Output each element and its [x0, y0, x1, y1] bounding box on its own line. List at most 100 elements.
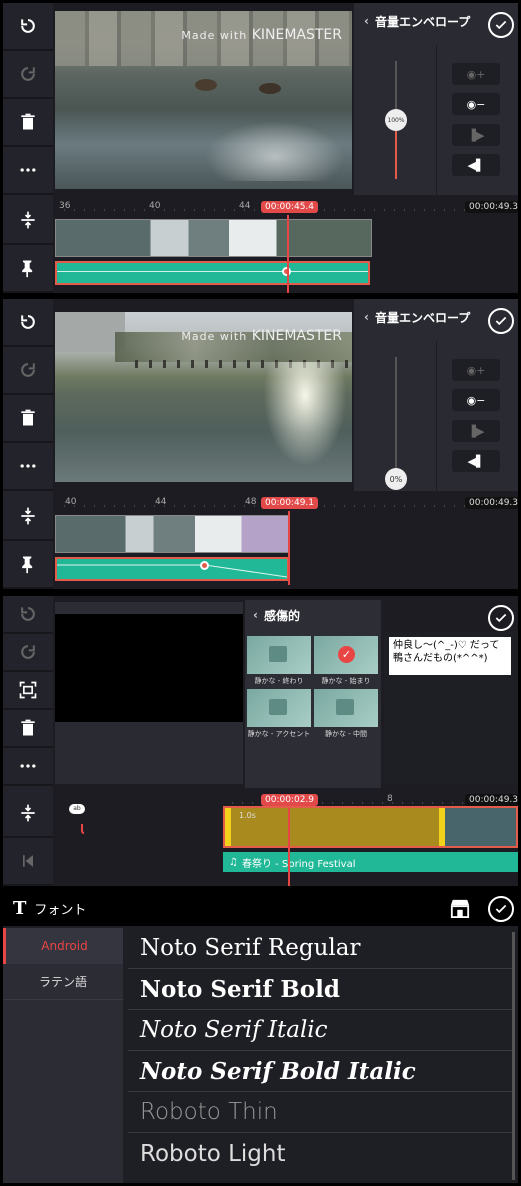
timeline-expand-button[interactable] — [3, 197, 53, 245]
check-icon — [495, 613, 507, 623]
pin-icon — [22, 556, 33, 574]
delete-button[interactable] — [3, 395, 53, 443]
redo-button[interactable] — [3, 51, 53, 99]
font-category-list: Android ラテン語 — [3, 928, 123, 1183]
music-track[interactable]: ♫ 春祭り - Spring Festival — [223, 852, 518, 872]
fullscreen-button[interactable] — [3, 672, 53, 710]
envelope-line — [57, 271, 368, 272]
remove-keyframe-button[interactable]: ◉− — [452, 93, 500, 115]
confirm-button[interactable] — [488, 896, 514, 922]
asset-store-button[interactable] — [449, 898, 471, 918]
effect-item[interactable] — [314, 689, 378, 727]
prev-keyframe-button[interactable]: ◀▌ — [452, 450, 500, 472]
redo-button[interactable] — [3, 634, 53, 672]
confirm-button[interactable] — [488, 605, 514, 631]
store-icon — [450, 899, 470, 918]
music-note-icon — [336, 699, 354, 715]
effect-item[interactable] — [247, 636, 311, 674]
playhead[interactable] — [288, 511, 290, 585]
more-button[interactable] — [3, 147, 53, 195]
more-button[interactable] — [3, 443, 53, 491]
font-panel-header: T フォント — [3, 890, 518, 926]
add-keyframe-button[interactable]: ◉+ — [452, 63, 500, 85]
undo-button[interactable] — [3, 596, 53, 634]
volume-slider-knob[interactable]: 100% — [385, 109, 407, 131]
timeline-expand-button[interactable] — [3, 790, 53, 838]
prev-keyframe-button[interactable]: ◀▌ — [452, 154, 500, 176]
font-panel-title: フォント — [34, 902, 87, 918]
back-chevron-icon[interactable]: ‹ — [253, 608, 258, 622]
font-icon: T — [13, 897, 27, 919]
effect-label: 静かな - 終わり — [254, 677, 304, 685]
font-item-roboto-thin[interactable]: Roboto Thin — [128, 1092, 515, 1133]
audio-track[interactable] — [55, 261, 370, 285]
category-android[interactable]: Android — [3, 928, 123, 964]
video-clip-selected[interactable]: 1.0s — [223, 806, 518, 848]
delete-button[interactable] — [3, 710, 53, 748]
video-clip[interactable] — [55, 219, 372, 257]
trim-handle-left[interactable] — [225, 808, 231, 846]
text-preview-box[interactable]: 仲良し〜(^_-)♡ だって鴨さんだもの(*^^*) — [389, 637, 511, 675]
more-button[interactable] — [3, 748, 53, 786]
redo-icon — [21, 363, 35, 377]
volume-slider-knob[interactable]: 0% — [385, 468, 407, 490]
undo-button[interactable] — [3, 299, 53, 347]
video-clip[interactable] — [55, 515, 289, 553]
more-icon — [20, 764, 36, 768]
scrollbar[interactable] — [512, 932, 515, 1180]
confirm-button[interactable] — [488, 12, 514, 38]
font-item-roboto-light[interactable]: Roboto Light — [128, 1133, 515, 1174]
jump-to-start-button[interactable] — [3, 838, 53, 886]
undo-icon — [21, 315, 35, 329]
font-item-noto-serif-italic[interactable]: Noto Serif Italic — [128, 1010, 515, 1051]
playhead[interactable] — [288, 808, 290, 886]
keyframe-marker[interactable] — [200, 561, 209, 570]
pin-button[interactable] — [3, 245, 53, 293]
font-item-noto-serif-bold-italic[interactable]: Noto Serif Bold Italic — [128, 1051, 515, 1092]
font-item-noto-serif-regular[interactable]: Noto Serif Regular — [128, 928, 515, 969]
duck — [259, 83, 281, 94]
envelope-divider — [436, 341, 437, 491]
back-chevron-icon[interactable]: ‹ — [364, 14, 369, 28]
skip-start-icon — [23, 855, 33, 867]
redo-icon — [21, 645, 35, 659]
trim-handle-right[interactable] — [439, 808, 445, 846]
undo-button[interactable] — [3, 3, 53, 51]
redo-button[interactable] — [3, 347, 53, 395]
next-keyframe-button[interactable]: ▐▶ — [452, 420, 500, 442]
volume-envelope-panel: ‹ 音量エンベロープ 0% ◉+ ◉− ▐▶ ◀▌ — [354, 299, 518, 491]
playhead[interactable] — [287, 215, 289, 293]
expand-icon — [21, 211, 35, 229]
playhead-time: 00:00:45.4 — [261, 201, 319, 213]
timeline-expand-button[interactable] — [3, 493, 53, 541]
category-latin[interactable]: ラテン語 — [3, 964, 123, 1000]
check-icon — [495, 316, 507, 326]
undo-icon — [21, 19, 35, 33]
volume-slider-track[interactable] — [395, 357, 397, 475]
pin-button[interactable] — [3, 541, 53, 589]
confirm-button[interactable] — [488, 308, 514, 334]
fullscreen-icon — [19, 681, 37, 699]
delete-button[interactable] — [3, 99, 53, 147]
more-icon — [20, 464, 36, 468]
effect-label: 静かな - アクセント — [247, 730, 311, 738]
music-note-icon: ♫ — [229, 856, 238, 868]
ruler-tick: 44 — [155, 497, 167, 507]
add-keyframe-button[interactable]: ◉+ — [452, 359, 500, 381]
video-preview: Made with KINEMASTER — [55, 11, 352, 189]
envelope-divider — [436, 45, 437, 195]
effect-item-selected[interactable]: ✓ — [314, 636, 378, 674]
check-icon — [495, 904, 507, 914]
left-toolbar — [3, 596, 53, 886]
end-time: 00:00:49.36 — [465, 497, 518, 509]
audio-track[interactable] — [55, 557, 289, 581]
remove-keyframe-button[interactable]: ◉− — [452, 389, 500, 411]
effect-item[interactable] — [247, 689, 311, 727]
back-chevron-icon[interactable]: ‹ — [364, 310, 369, 324]
watermark: Made with KINEMASTER — [181, 27, 342, 43]
timeline: 40 44 48 00:00:49.1 00:00:49.36 — [55, 493, 518, 589]
font-item-noto-serif-bold[interactable]: Noto Serif Bold — [128, 969, 515, 1010]
next-keyframe-button[interactable]: ▐▶ — [452, 124, 500, 146]
ruler-tick: 40 — [65, 497, 77, 507]
check-icon — [495, 20, 507, 30]
